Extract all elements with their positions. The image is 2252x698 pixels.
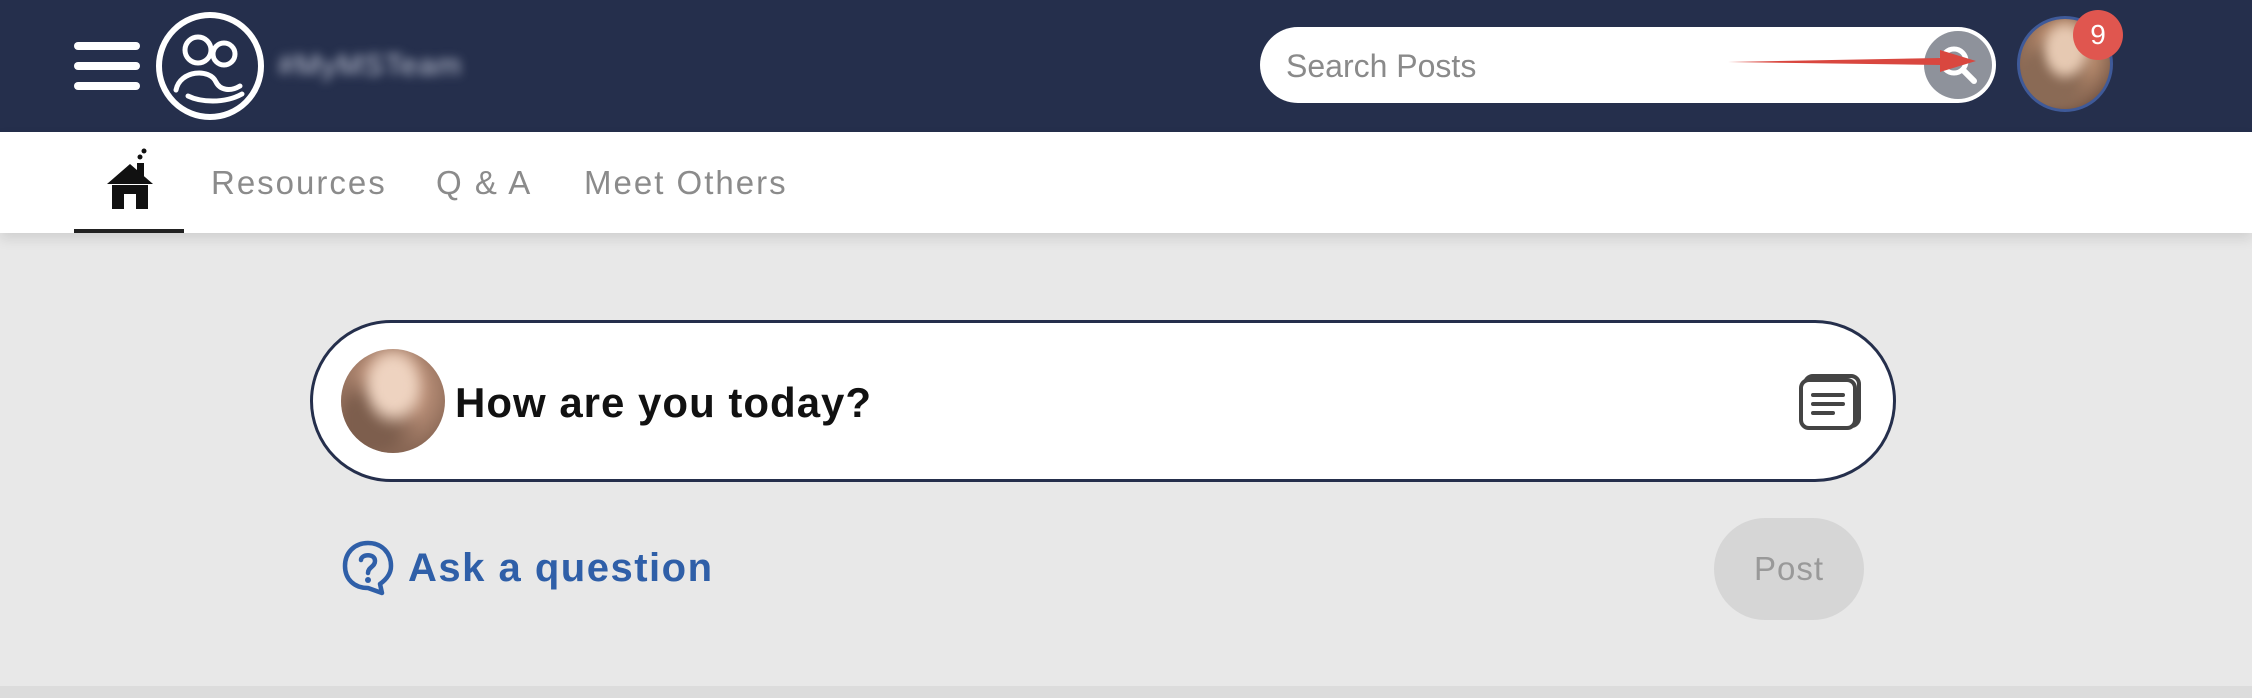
sub-navigation: Resources Q & A Meet Others — [0, 132, 2252, 233]
question-bubble-icon — [342, 540, 394, 596]
hamburger-menu-icon[interactable] — [74, 42, 140, 90]
brand-name: #MyMSTeam — [278, 49, 463, 82]
tab-home[interactable] — [74, 132, 184, 233]
post-composer[interactable]: How are you today? — [310, 320, 1896, 482]
tab-meet-others[interactable]: Meet Others — [584, 132, 788, 233]
home-icon — [107, 148, 153, 209]
search-box — [1260, 27, 1996, 103]
document-icon[interactable] — [1799, 373, 1863, 431]
composer-prompt[interactable]: How are you today? — [455, 375, 872, 431]
search-icon — [1939, 46, 1977, 84]
tab-resources[interactable]: Resources — [211, 132, 387, 233]
ask-question-label: Ask a question — [408, 546, 714, 590]
page-bottom-edge — [0, 686, 2252, 698]
search-button[interactable] — [1924, 31, 1992, 99]
top-bar: #MyMSTeam 9 — [0, 0, 2252, 132]
notification-badge: 9 — [2073, 10, 2123, 60]
community-logo-icon[interactable] — [154, 10, 266, 122]
post-button[interactable]: Post — [1714, 518, 1864, 620]
tab-q-and-a[interactable]: Q & A — [436, 132, 532, 233]
search-input[interactable] — [1284, 39, 1868, 93]
composer-avatar — [341, 349, 445, 453]
